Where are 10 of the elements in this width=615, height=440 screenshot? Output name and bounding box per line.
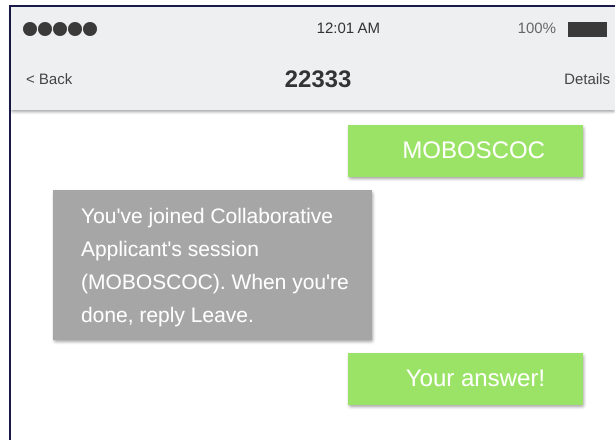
battery-icon	[568, 22, 607, 36]
sent-message-bubble: Your answer!	[348, 353, 583, 405]
status-time: 12:01 AM	[316, 18, 380, 39]
details-link[interactable]: Details	[520, 68, 610, 92]
back-link[interactable]: < Back	[26, 68, 116, 92]
received-message-bubble: You've joined Collaborative Applicant's session (MOBOSCOC). When you're done, reply Leave.	[53, 190, 372, 340]
battery-percentage: 100%	[518, 18, 556, 39]
signal-dots-icon	[23, 22, 99, 36]
sent-message-bubble: MOBOSCOC	[348, 125, 583, 177]
conversation-title: 22333	[284, 65, 352, 95]
